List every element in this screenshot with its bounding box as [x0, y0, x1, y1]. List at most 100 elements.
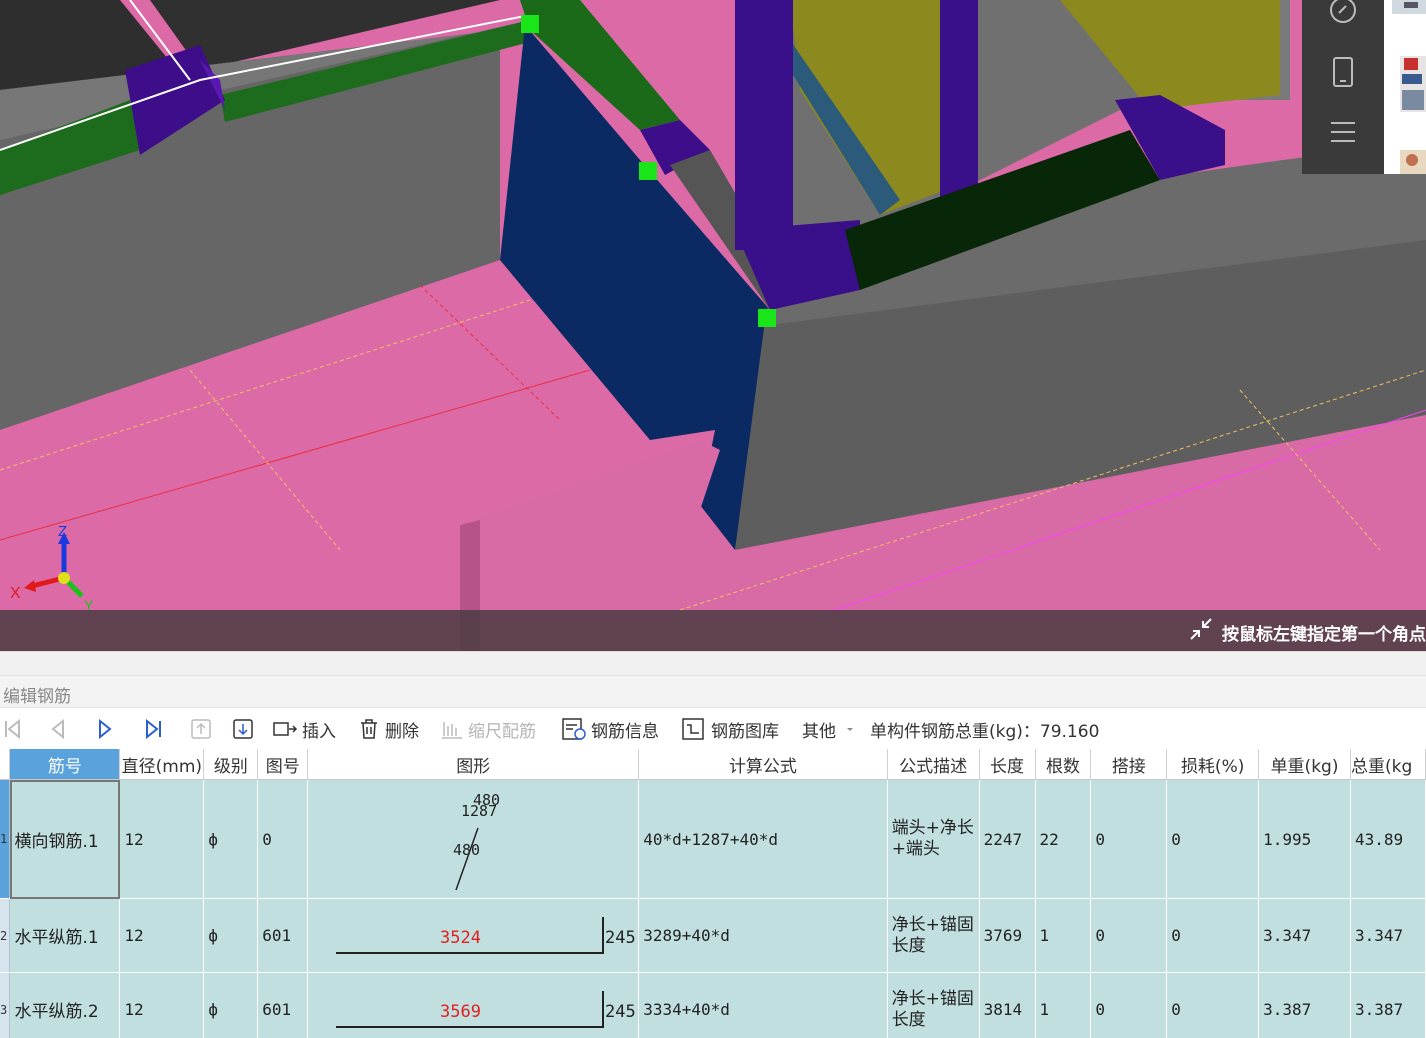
formula-desc-cell[interactable]: 净长+锚固长度: [887, 898, 980, 973]
lap-cell[interactable]: 0: [1090, 898, 1168, 973]
rebar-toolbar: 插入 删除 缩尺配筋 钢筋信息 钢筋图库 其他 单构件钢筋总重(kg)：79.1…: [0, 707, 1426, 750]
total-weight-cell[interactable]: 43.89: [1350, 779, 1426, 899]
first-record-button[interactable]: [2, 716, 28, 742]
prev-record-button[interactable]: [48, 716, 74, 742]
header-corner: [0, 749, 11, 780]
grip-point: [521, 15, 539, 33]
column-header[interactable]: 长度: [979, 749, 1036, 780]
total-weight-cell[interactable]: 3.347: [1350, 898, 1426, 973]
fig-no-cell[interactable]: 0: [257, 779, 309, 899]
rebar-library-button[interactable]: 钢筋图库: [681, 716, 779, 742]
unit-weight-cell[interactable]: 3.347: [1258, 898, 1351, 973]
table-row[interactable]: 1 横向钢筋.1 12 ф 0 480 1287 480 40*d+1287+4…: [0, 779, 1426, 899]
column-header[interactable]: 损耗(%): [1166, 749, 1260, 780]
column-header[interactable]: 筋号: [9, 749, 121, 780]
shape-hook-length: 245: [605, 928, 636, 948]
move-up-button[interactable]: [190, 716, 216, 742]
insert-button[interactable]: 插入: [272, 716, 336, 742]
model-scene[interactable]: [0, 0, 1426, 651]
unit-weight-cell[interactable]: 1.995: [1258, 779, 1351, 899]
last-icon: [146, 718, 161, 740]
column-header[interactable]: 单重(kg): [1258, 749, 1351, 780]
bar-name-cell[interactable]: 水平纵筋.1: [9, 898, 121, 973]
rebar-table: 筋号 直径(mm) 级别 图号 图形 计算公式 公式描述 长度 根数 搭接 损耗…: [0, 749, 1426, 1038]
rebar-shape-diagram: 3569 245: [336, 991, 636, 1028]
diameter-cell[interactable]: 12: [119, 972, 205, 1038]
menu-icon[interactable]: [1322, 112, 1364, 152]
move-down-button[interactable]: [232, 716, 258, 742]
column-header[interactable]: 公式描述: [887, 749, 980, 780]
formula-cell[interactable]: 3334+40*d: [638, 972, 888, 1038]
total-weight-label: 单构件钢筋总重(kg)：79.160: [870, 721, 1100, 742]
delete-button[interactable]: 删除: [357, 716, 419, 742]
column-header[interactable]: 直径(mm): [119, 749, 205, 780]
formula-cell[interactable]: 3289+40*d: [638, 898, 888, 973]
lap-cell[interactable]: 0: [1090, 972, 1168, 1038]
bar-name-cell[interactable]: 水平纵筋.2: [9, 972, 121, 1038]
scale-rebar-icon: [442, 722, 462, 739]
shape-cell[interactable]: 3569 245: [307, 972, 640, 1038]
shape-main-length: 3569: [440, 1002, 481, 1022]
unit-weight-cell[interactable]: 3.387: [1258, 972, 1351, 1038]
move-down-icon: [233, 719, 253, 739]
rebar-info-button[interactable]: 钢筋信息: [561, 716, 659, 742]
grade-cell[interactable]: ф: [203, 898, 259, 973]
scale-rebar-button[interactable]: 缩尺配筋: [440, 716, 536, 742]
loss-cell[interactable]: 0: [1166, 779, 1260, 899]
length-cell[interactable]: 3814: [979, 972, 1036, 1038]
last-record-button[interactable]: [142, 716, 168, 742]
formula-desc-cell[interactable]: 端头+净长+端头: [887, 779, 980, 899]
grade-cell[interactable]: ф: [203, 972, 259, 1038]
fig-no-cell[interactable]: 601: [257, 972, 309, 1038]
column-header[interactable]: 计算公式: [638, 749, 888, 780]
count-cell[interactable]: 1: [1035, 898, 1092, 973]
diameter-cell[interactable]: 12: [119, 898, 205, 973]
link-icon[interactable]: [1322, 0, 1364, 30]
column-header[interactable]: 根数: [1035, 749, 1092, 780]
formula-cell[interactable]: 40*d+1287+40*d: [638, 779, 888, 899]
column-header[interactable]: 级别: [203, 749, 259, 780]
row-number[interactable]: 3: [0, 972, 11, 1038]
trash-icon: [361, 719, 377, 739]
phone-icon[interactable]: [1322, 52, 1364, 92]
column-header[interactable]: 搭接: [1090, 749, 1168, 780]
shape-cell[interactable]: 3524 245: [307, 898, 640, 973]
bar-name-cell[interactable]: 横向钢筋.1: [9, 779, 121, 899]
count-cell[interactable]: 1: [1035, 972, 1092, 1038]
row-number[interactable]: 1: [0, 779, 11, 899]
loss-cell[interactable]: 0: [1166, 898, 1260, 973]
table-row[interactable]: 3 水平纵筋.2 12 ф 601 3569 245 3334+40*d 净长+…: [0, 972, 1426, 1038]
column-header[interactable]: 图形: [307, 749, 640, 780]
3d-viewport[interactable]: Z X Y: [0, 0, 1426, 651]
move-up-icon: [191, 719, 211, 739]
shape-cell[interactable]: 480 1287 480: [307, 779, 640, 899]
total-weight-text: 单构件钢筋总重(kg)：79.160: [870, 716, 1099, 742]
delete-label: 删除: [385, 721, 419, 742]
loss-cell[interactable]: 0: [1166, 972, 1260, 1038]
lap-cell[interactable]: 0: [1090, 779, 1168, 899]
axis-gizmo-icon: Z X Y: [10, 523, 94, 613]
other-dropdown[interactable]: 其他: [802, 716, 862, 742]
table-row[interactable]: 2 水平纵筋.1 12 ф 601 3524 245 3289+40*d 净长+…: [0, 898, 1426, 973]
thumbnail-strip: [1384, 0, 1426, 174]
grip-point: [758, 309, 776, 327]
grade-cell[interactable]: ф: [203, 779, 259, 899]
length-cell[interactable]: 2247: [979, 779, 1036, 899]
formula-desc-cell[interactable]: 净长+锚固长度: [887, 972, 980, 1038]
panel-splitter[interactable]: [0, 651, 1426, 676]
chevron-down-icon: [847, 728, 853, 731]
fig-no-cell[interactable]: 601: [257, 898, 309, 973]
column-header[interactable]: 总重(kg: [1350, 749, 1426, 780]
total-weight-cell[interactable]: 3.387: [1350, 972, 1426, 1038]
insert-label: 插入: [302, 721, 336, 742]
count-cell[interactable]: 22: [1035, 779, 1092, 899]
grip-point: [639, 162, 657, 180]
next-record-button[interactable]: [94, 716, 120, 742]
diameter-cell[interactable]: 12: [119, 779, 205, 899]
column-header[interactable]: 图号: [257, 749, 309, 780]
row-number[interactable]: 2: [0, 898, 11, 973]
length-cell[interactable]: 3769: [979, 898, 1036, 973]
rebar-library-icon: [682, 718, 704, 740]
collapse-arrows-icon[interactable]: [1188, 616, 1214, 642]
rebar-shape-diagram: 3524 245: [336, 917, 636, 954]
